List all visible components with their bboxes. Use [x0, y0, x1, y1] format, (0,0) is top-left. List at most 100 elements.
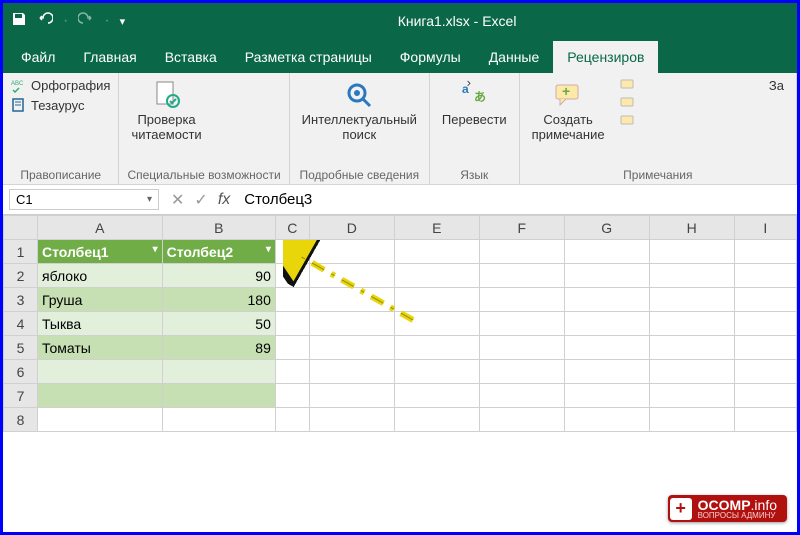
cell-G4[interactable] — [564, 312, 649, 336]
col-header-H[interactable]: H — [649, 216, 734, 240]
translate-button[interactable]: aあ Перевести — [438, 77, 511, 130]
col-header-B[interactable]: B — [162, 216, 275, 240]
cell-E3[interactable] — [394, 288, 479, 312]
cell-A5[interactable]: Томаты — [37, 336, 162, 360]
cell-B6[interactable] — [162, 360, 275, 384]
cell-G8[interactable] — [564, 408, 649, 432]
cell-E8[interactable] — [394, 408, 479, 432]
cell-G5[interactable] — [564, 336, 649, 360]
show-comments-icon[interactable] — [619, 113, 635, 129]
cell-F7[interactable] — [479, 384, 564, 408]
cell-B5[interactable]: 89 — [162, 336, 275, 360]
col-header-A[interactable]: A — [37, 216, 162, 240]
cell-D6[interactable] — [309, 360, 394, 384]
row-header-1[interactable]: 1 — [4, 240, 38, 264]
cell-D8[interactable] — [309, 408, 394, 432]
cell-G7[interactable] — [564, 384, 649, 408]
cell-H7[interactable] — [649, 384, 734, 408]
cell-A8[interactable] — [37, 408, 162, 432]
cell-B1[interactable]: Столбец2▾ — [162, 240, 275, 264]
cell-B7[interactable] — [162, 384, 275, 408]
cell-C2[interactable] — [275, 264, 309, 288]
cell-D1[interactable] — [309, 240, 394, 264]
name-box[interactable]: C1 ▾ — [9, 189, 159, 210]
tab-insert[interactable]: Вставка — [151, 41, 231, 73]
more-truncated[interactable]: За — [765, 77, 788, 96]
tab-data[interactable]: Данные — [475, 41, 554, 73]
cell-A3[interactable]: Груша — [37, 288, 162, 312]
next-comment-icon[interactable] — [619, 95, 635, 111]
cell-I4[interactable] — [734, 312, 796, 336]
row-header-4[interactable]: 4 — [4, 312, 38, 336]
row-header-8[interactable]: 8 — [4, 408, 38, 432]
cell-C7[interactable] — [275, 384, 309, 408]
col-header-F[interactable]: F — [479, 216, 564, 240]
cell-G2[interactable] — [564, 264, 649, 288]
cell-A4[interactable]: Тыква — [37, 312, 162, 336]
cell-D7[interactable] — [309, 384, 394, 408]
cell-B4[interactable]: 50 — [162, 312, 275, 336]
row-header-7[interactable]: 7 — [4, 384, 38, 408]
cell-C3[interactable] — [275, 288, 309, 312]
cell-H3[interactable] — [649, 288, 734, 312]
enter-icon[interactable]: ✓ — [194, 190, 207, 210]
cancel-icon[interactable]: ✕ — [171, 190, 184, 210]
tab-review[interactable]: Рецензиров — [553, 41, 658, 73]
prev-comment-icon[interactable] — [619, 77, 635, 93]
cell-F4[interactable] — [479, 312, 564, 336]
filter-dropdown-icon[interactable]: ▾ — [153, 244, 158, 255]
cell-G6[interactable] — [564, 360, 649, 384]
cell-D5[interactable] — [309, 336, 394, 360]
cell-H1[interactable] — [649, 240, 734, 264]
cell-I6[interactable] — [734, 360, 796, 384]
cell-G3[interactable] — [564, 288, 649, 312]
cell-C6[interactable] — [275, 360, 309, 384]
cell-H8[interactable] — [649, 408, 734, 432]
cell-H6[interactable] — [649, 360, 734, 384]
cell-D4[interactable] — [309, 312, 394, 336]
new-comment-button[interactable]: + Создать примечание — [528, 77, 609, 145]
cell-E4[interactable] — [394, 312, 479, 336]
cell-A6[interactable] — [37, 360, 162, 384]
cell-C1[interactable] — [275, 240, 309, 264]
tab-file[interactable]: Файл — [7, 41, 69, 73]
cell-E1[interactable] — [394, 240, 479, 264]
cell-C4[interactable] — [275, 312, 309, 336]
col-header-E[interactable]: E — [394, 216, 479, 240]
chevron-down-icon[interactable]: ▾ — [147, 194, 152, 205]
cell-I2[interactable] — [734, 264, 796, 288]
redo-icon[interactable] — [78, 11, 94, 32]
filter-dropdown-icon[interactable]: ▾ — [266, 244, 271, 255]
spelling-button[interactable]: ABC Орфография — [11, 77, 110, 93]
cell-C5[interactable] — [275, 336, 309, 360]
cell-C8[interactable] — [275, 408, 309, 432]
col-header-I[interactable]: I — [734, 216, 796, 240]
check-accessibility-button[interactable]: Проверка читаемости — [127, 77, 205, 145]
cell-A7[interactable] — [37, 384, 162, 408]
cell-D3[interactable] — [309, 288, 394, 312]
cell-H4[interactable] — [649, 312, 734, 336]
cell-E2[interactable] — [394, 264, 479, 288]
cell-A2[interactable]: яблоко — [37, 264, 162, 288]
cell-B3[interactable]: 180 — [162, 288, 275, 312]
cell-D2[interactable] — [309, 264, 394, 288]
tab-formulas[interactable]: Формулы — [386, 41, 475, 73]
undo-icon[interactable] — [37, 11, 53, 32]
cell-E5[interactable] — [394, 336, 479, 360]
cell-I8[interactable] — [734, 408, 796, 432]
col-header-C[interactable]: C — [275, 216, 309, 240]
save-icon[interactable] — [11, 11, 27, 32]
cell-I1[interactable] — [734, 240, 796, 264]
cell-H2[interactable] — [649, 264, 734, 288]
tab-pagelayout[interactable]: Разметка страницы — [231, 41, 386, 73]
row-header-3[interactable]: 3 — [4, 288, 38, 312]
cell-I5[interactable] — [734, 336, 796, 360]
cell-H5[interactable] — [649, 336, 734, 360]
cell-F2[interactable] — [479, 264, 564, 288]
select-all-corner[interactable] — [4, 216, 38, 240]
formula-input[interactable] — [236, 189, 797, 210]
row-header-2[interactable]: 2 — [4, 264, 38, 288]
cell-A1[interactable]: Столбец1▾ — [37, 240, 162, 264]
cell-E7[interactable] — [394, 384, 479, 408]
cell-F1[interactable] — [479, 240, 564, 264]
